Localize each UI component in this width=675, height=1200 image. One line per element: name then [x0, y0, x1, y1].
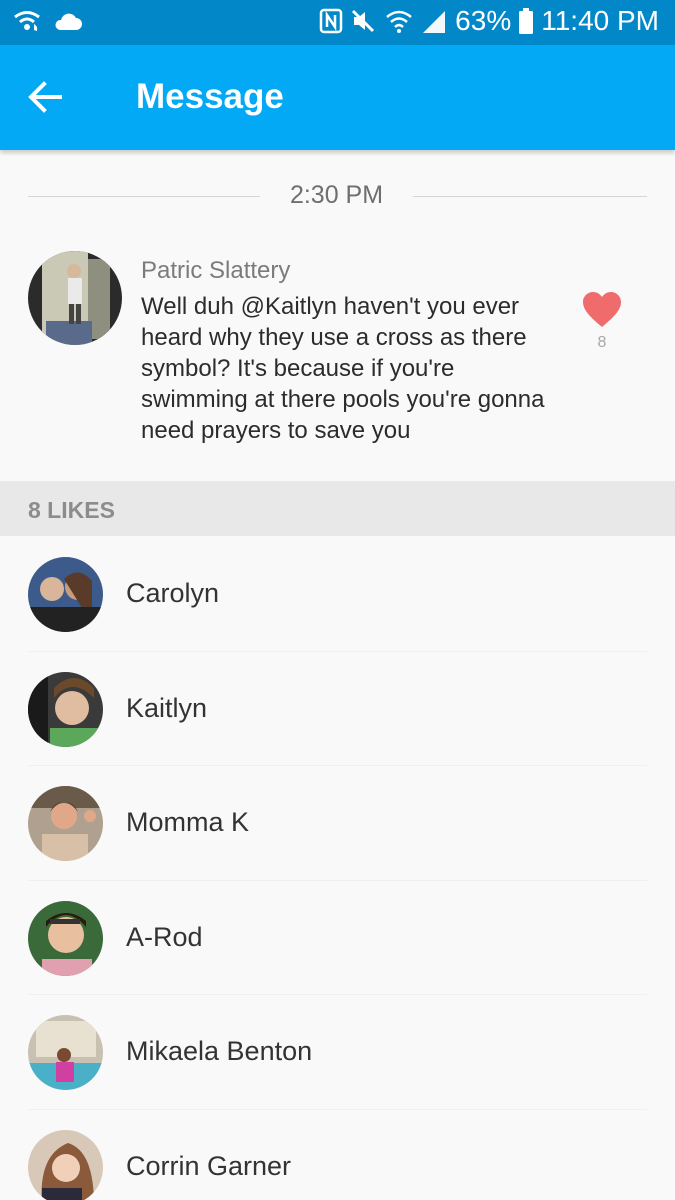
- divider-line: [413, 196, 647, 197]
- avatar: [28, 671, 103, 747]
- arrow-left-icon: [28, 81, 62, 113]
- list-item[interactable]: Momma K: [28, 766, 647, 881]
- heart-icon: [583, 292, 621, 327]
- list-item[interactable]: A-Rod: [28, 881, 647, 995]
- likes-section-header: 8 LIKES: [0, 481, 675, 536]
- list-item[interactable]: Mikaela Benton: [28, 995, 647, 1110]
- avatar: [28, 1015, 103, 1090]
- liker-name: Corrin Garner: [126, 1150, 292, 1181]
- like-count: 8: [597, 334, 607, 351]
- app-bar: Message: [0, 45, 675, 150]
- status-time: 11:40 PM: [541, 5, 659, 36]
- battery-percentage: 63%: [455, 5, 512, 36]
- back-button[interactable]: [24, 75, 68, 119]
- avatar: [28, 786, 103, 861]
- liker-name: A-Rod: [126, 921, 203, 952]
- liker-name: Carolyn: [126, 578, 220, 608]
- liker-name: Momma K: [126, 807, 250, 837]
- timestamp-divider: 2:30 PM: [0, 175, 675, 219]
- liker-name: Kaitlyn: [126, 692, 208, 723]
- avatar: [28, 557, 103, 632]
- avatar[interactable]: [28, 251, 122, 345]
- battery-icon: [519, 8, 534, 34]
- likers-list: Carolyn Kaitlyn Momma K A-Rod Mikaela Be…: [0, 537, 675, 1200]
- mute-icon: [351, 8, 377, 34]
- list-item[interactable]: Kaitlyn: [28, 652, 647, 766]
- signal-icon: [421, 9, 447, 33]
- nfc-icon: [319, 8, 343, 34]
- liker-name: Mikaela Benton: [126, 1036, 313, 1066]
- avatar: [28, 900, 103, 976]
- cloud-icon: [52, 10, 82, 32]
- list-item[interactable]: Corrin Garner: [28, 1110, 647, 1200]
- message-author[interactable]: Patric Slattery: [141, 257, 290, 285]
- status-bar: 63% 11:40 PM: [0, 0, 675, 45]
- avatar: [28, 1129, 103, 1200]
- wifi-calling-icon: [12, 8, 42, 34]
- message-timestamp: 2:30 PM: [289, 181, 384, 209]
- message-text: Well duh @Kaitlyn haven't you ever heard…: [141, 293, 545, 444]
- message-card: Patric Slattery Well duh @Kaitlyn haven'…: [0, 240, 675, 475]
- list-item[interactable]: Carolyn: [28, 537, 647, 652]
- divider-line: [28, 196, 260, 197]
- likes-count-label: 8 LIKES: [28, 497, 115, 523]
- page-title: Message: [136, 77, 284, 116]
- like-button[interactable]: [582, 292, 622, 328]
- wifi-icon: [385, 8, 413, 34]
